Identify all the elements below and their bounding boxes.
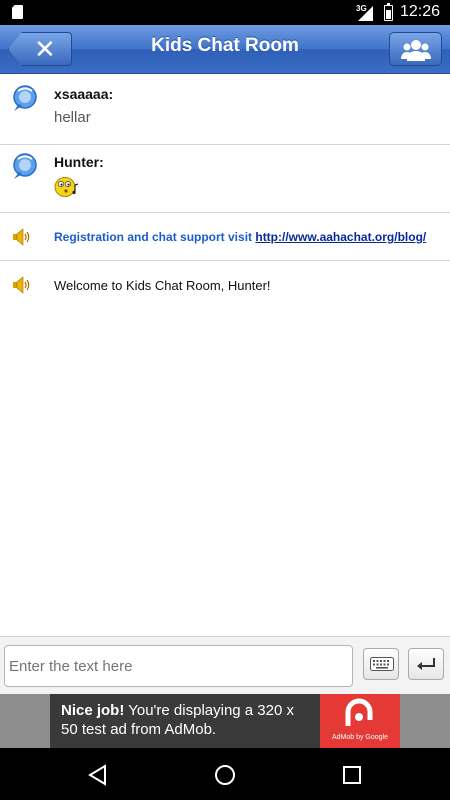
users-icon [401, 40, 431, 61]
support-notice: Registration and chat support visit http… [54, 230, 426, 244]
system-message: Welcome to Kids Chat Room, Hunter! [0, 261, 450, 309]
chat-bubble-icon [13, 85, 37, 111]
users-button[interactable] [389, 32, 442, 66]
message-text: hellar [54, 109, 91, 126]
chat-bubble-icon [13, 153, 37, 179]
signal-icon [358, 6, 373, 21]
home-nav-icon[interactable] [213, 763, 237, 787]
enter-icon [417, 658, 435, 670]
page-title: Kids Chat Room [151, 35, 299, 56]
keyboard-icon [370, 657, 394, 671]
chat-message: xsaaaaa: hellar [0, 75, 450, 145]
status-bar: 3G 12:26 [0, 0, 450, 25]
message-username: xsaaaaa: [54, 86, 114, 102]
whistling-emoji-icon [54, 177, 79, 197]
recents-nav-icon[interactable] [340, 763, 364, 787]
welcome-text: Welcome to Kids Chat Room, Hunter! [54, 278, 271, 293]
admob-icon [345, 698, 373, 726]
keyboard-button[interactable] [363, 648, 399, 680]
close-button[interactable]: ✕ [8, 32, 72, 66]
support-link[interactable]: http://www.aahachat.org/blog/ [255, 230, 426, 244]
ad-content[interactable]: Nice job! You're displaying a 320 x 50 t… [50, 694, 400, 748]
close-icon: ✕ [34, 34, 56, 64]
ad-banner[interactable]: Nice job! You're displaying a 320 x 50 t… [0, 694, 450, 748]
message-input[interactable] [4, 645, 353, 687]
support-notice-text: Registration and chat support visit [54, 230, 256, 244]
chat-message: Hunter: [0, 145, 450, 213]
speaker-icon [13, 228, 30, 246]
input-bar [0, 636, 450, 694]
sd-card-icon [12, 5, 23, 19]
ad-text: Nice job! You're displaying a 320 x 50 t… [61, 701, 311, 739]
navigation-bar [0, 748, 450, 800]
message-username: Hunter: [54, 154, 104, 170]
speaker-icon [13, 276, 30, 294]
message-list[interactable]: xsaaaaa: hellar Hunter: Registration and… [0, 75, 450, 309]
system-message: Registration and chat support visit http… [0, 213, 450, 261]
title-bar: ✕ Kids Chat Room [0, 25, 450, 74]
clock: 12:26 [399, 3, 440, 20]
admob-logo: AdMob by Google [320, 694, 400, 748]
back-nav-icon[interactable] [86, 763, 110, 787]
send-button[interactable] [408, 648, 444, 680]
ad-headline: Nice job! [61, 702, 125, 719]
battery-icon [384, 3, 393, 21]
ad-brand: AdMob by Google [331, 734, 389, 741]
